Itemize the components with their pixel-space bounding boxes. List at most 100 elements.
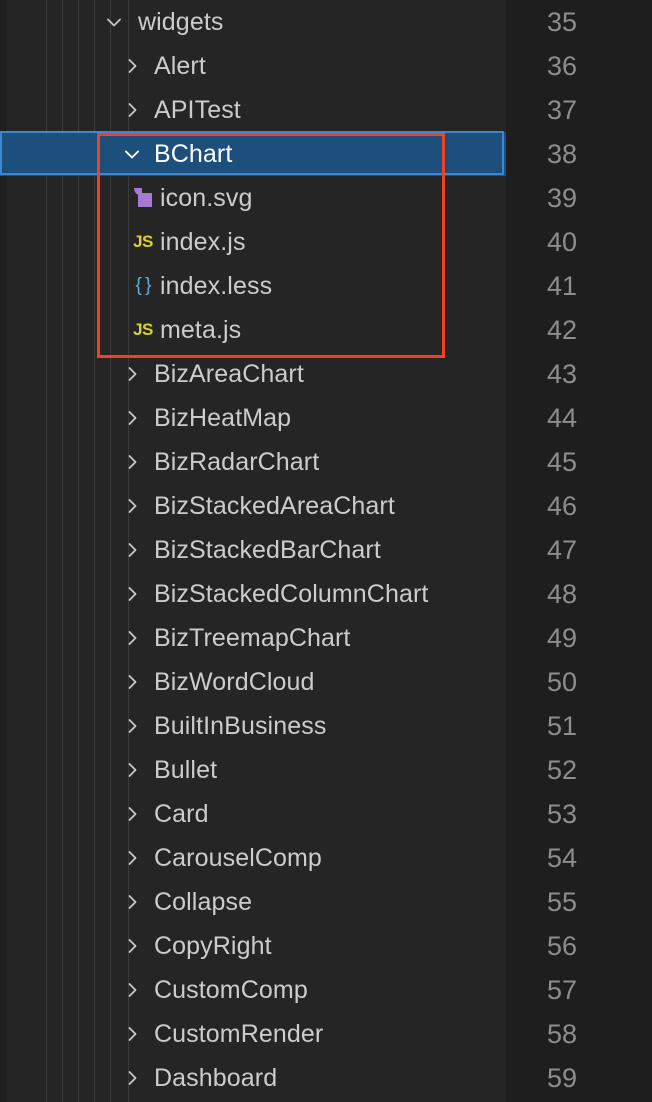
chevron-right-icon[interactable] bbox=[121, 836, 143, 880]
tree-item-label: BizStackedBarChart bbox=[154, 528, 381, 572]
tree-item-label: index.js bbox=[160, 220, 246, 264]
tree-item-label: BizHeatMap bbox=[154, 396, 291, 440]
tree-folder-row[interactable]: BizWordCloud bbox=[0, 660, 506, 704]
tree-item-label: BizStackedColumnChart bbox=[154, 572, 428, 616]
tree-item-label: CopyRight bbox=[154, 924, 272, 968]
line-number: 56 bbox=[506, 924, 618, 968]
line-number: 55 bbox=[506, 880, 618, 924]
line-number: 59 bbox=[506, 1056, 618, 1100]
line-number: 36 bbox=[506, 44, 618, 88]
line-number: 43 bbox=[506, 352, 618, 396]
svg-file-icon bbox=[130, 176, 156, 220]
chevron-down-icon[interactable] bbox=[103, 0, 125, 44]
chevron-right-icon[interactable] bbox=[121, 396, 143, 440]
chevron-right-icon[interactable] bbox=[121, 704, 143, 748]
line-number: 57 bbox=[506, 968, 618, 1012]
file-tree[interactable]: widgetsAlertAPITestBCharticon.svgJSindex… bbox=[0, 0, 506, 1100]
line-number: 37 bbox=[506, 88, 618, 132]
tree-file-row[interactable]: icon.svg bbox=[0, 176, 506, 220]
tree-item-label: BizRadarChart bbox=[154, 440, 319, 484]
chevron-right-icon[interactable] bbox=[121, 1056, 143, 1100]
tree-item-label: Alert bbox=[154, 44, 206, 88]
tree-item-label: Dashboard bbox=[154, 1056, 277, 1100]
js-file-icon: JS bbox=[130, 220, 156, 264]
tree-folder-row[interactable]: widgets bbox=[0, 0, 506, 44]
js-file-icon: JS bbox=[130, 308, 156, 352]
line-number: 45 bbox=[506, 440, 618, 484]
tree-folder-row[interactable]: BizRadarChart bbox=[0, 440, 506, 484]
line-number: 50 bbox=[506, 660, 618, 704]
chevron-right-icon[interactable] bbox=[121, 528, 143, 572]
tree-file-row[interactable]: { }index.less bbox=[0, 264, 506, 308]
tree-folder-row[interactable]: Dashboard bbox=[0, 1056, 506, 1100]
tree-folder-row[interactable]: Bullet bbox=[0, 748, 506, 792]
chevron-right-icon[interactable] bbox=[121, 44, 143, 88]
tree-folder-row[interactable]: BizStackedColumnChart bbox=[0, 572, 506, 616]
line-number: 58 bbox=[506, 1012, 618, 1056]
tree-item-label: BizWordCloud bbox=[154, 660, 315, 704]
tree-folder-row[interactable]: BChart bbox=[0, 132, 506, 176]
tree-item-label: BizTreemapChart bbox=[154, 616, 350, 660]
line-number: 44 bbox=[506, 396, 618, 440]
tree-folder-row[interactable]: CarouselComp bbox=[0, 836, 506, 880]
tree-item-label: APITest bbox=[154, 88, 241, 132]
chevron-right-icon[interactable] bbox=[121, 660, 143, 704]
chevron-right-icon[interactable] bbox=[121, 792, 143, 836]
tree-folder-row[interactable]: CustomComp bbox=[0, 968, 506, 1012]
tree-folder-row[interactable]: BizStackedAreaChart bbox=[0, 484, 506, 528]
line-number: 46 bbox=[506, 484, 618, 528]
chevron-right-icon[interactable] bbox=[121, 572, 143, 616]
tree-item-label: Bullet bbox=[154, 748, 217, 792]
tree-item-label: BuiltInBusiness bbox=[154, 704, 326, 748]
tree-folder-row[interactable]: BuiltInBusiness bbox=[0, 704, 506, 748]
line-number: 42 bbox=[506, 308, 618, 352]
tree-scrollbar-track[interactable] bbox=[486, 0, 506, 1102]
line-number: 38 bbox=[506, 132, 618, 176]
chevron-right-icon[interactable] bbox=[121, 880, 143, 924]
tree-folder-row[interactable]: CustomRender bbox=[0, 1012, 506, 1056]
chevron-right-icon[interactable] bbox=[121, 1012, 143, 1056]
tree-file-row[interactable]: JSmeta.js bbox=[0, 308, 506, 352]
chevron-right-icon[interactable] bbox=[121, 968, 143, 1012]
line-number: 35 bbox=[506, 0, 618, 44]
line-number: 47 bbox=[506, 528, 618, 572]
tree-file-row[interactable]: JSindex.js bbox=[0, 220, 506, 264]
tree-item-label: Card bbox=[154, 792, 209, 836]
tree-item-label: widgets bbox=[138, 0, 223, 44]
tree-folder-row[interactable]: BizStackedBarChart bbox=[0, 528, 506, 572]
chevron-right-icon[interactable] bbox=[121, 88, 143, 132]
tree-folder-row[interactable]: Card bbox=[0, 792, 506, 836]
line-number: 41 bbox=[506, 264, 618, 308]
chevron-right-icon[interactable] bbox=[121, 924, 143, 968]
tree-item-label: CustomRender bbox=[154, 1012, 323, 1056]
tree-folder-row[interactable]: CopyRight bbox=[0, 924, 506, 968]
chevron-right-icon[interactable] bbox=[121, 748, 143, 792]
tree-folder-row[interactable]: BizHeatMap bbox=[0, 396, 506, 440]
tree-item-label: icon.svg bbox=[160, 176, 253, 220]
chevron-right-icon[interactable] bbox=[121, 440, 143, 484]
line-number: 40 bbox=[506, 220, 618, 264]
tree-item-label: CarouselComp bbox=[154, 836, 322, 880]
tree-folder-row[interactable]: Collapse bbox=[0, 880, 506, 924]
tree-folder-row[interactable]: Alert bbox=[0, 44, 506, 88]
tree-item-label: Collapse bbox=[154, 880, 252, 924]
line-number: 51 bbox=[506, 704, 618, 748]
tree-item-label: CustomComp bbox=[154, 968, 308, 1012]
chevron-down-icon[interactable] bbox=[121, 132, 143, 176]
tree-item-label: BizStackedAreaChart bbox=[154, 484, 395, 528]
chevron-right-icon[interactable] bbox=[121, 616, 143, 660]
line-number: 49 bbox=[506, 616, 618, 660]
line-number-gutter: 3536373839404142434445464748495051525354… bbox=[506, 0, 652, 1102]
line-number: 48 bbox=[506, 572, 618, 616]
line-number: 54 bbox=[506, 836, 618, 880]
line-number: 39 bbox=[506, 176, 618, 220]
tree-folder-row[interactable]: APITest bbox=[0, 88, 506, 132]
chevron-right-icon[interactable] bbox=[121, 352, 143, 396]
line-number: 53 bbox=[506, 792, 618, 836]
file-explorer-panel: widgetsAlertAPITestBCharticon.svgJSindex… bbox=[0, 0, 506, 1102]
chevron-right-icon[interactable] bbox=[121, 484, 143, 528]
tree-folder-row[interactable]: BizAreaChart bbox=[0, 352, 506, 396]
vscode-explorer-screenshot: widgetsAlertAPITestBCharticon.svgJSindex… bbox=[0, 0, 652, 1102]
tree-folder-row[interactable]: BizTreemapChart bbox=[0, 616, 506, 660]
line-number: 52 bbox=[506, 748, 618, 792]
